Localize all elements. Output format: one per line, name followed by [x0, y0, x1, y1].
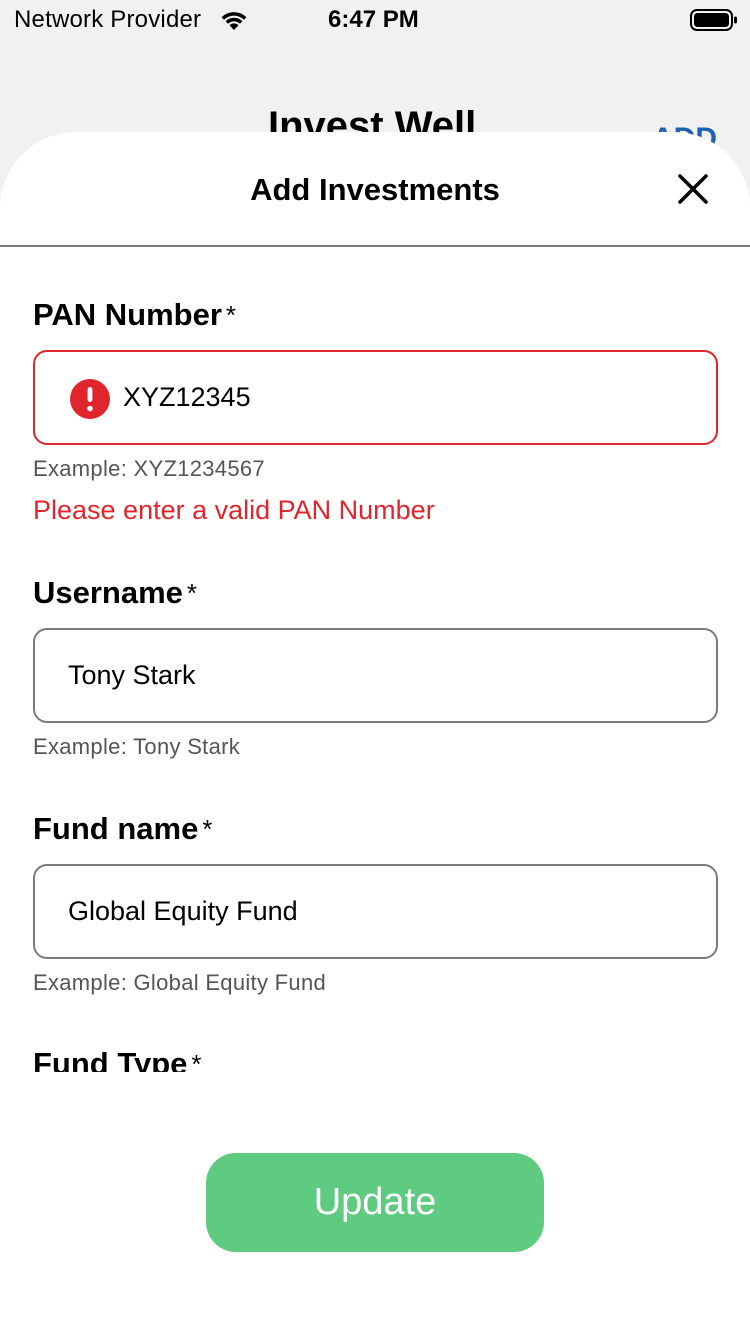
fund-type-label-text: Fund Type — [33, 1046, 188, 1072]
required-mark: * — [202, 814, 213, 844]
pan-number-error: Please enter a valid PAN Number — [33, 495, 435, 525]
update-button[interactable]: Update — [206, 1153, 544, 1252]
pan-number-input[interactable]: XYZ12345 — [33, 350, 718, 445]
sheet-header: Add Investments — [0, 132, 750, 247]
close-icon — [678, 174, 708, 204]
pan-number-label: PAN Number * — [33, 295, 718, 335]
battery-icon — [690, 8, 738, 32]
fund-type-label: Fund Type * — [33, 1044, 718, 1072]
fund-name-label-text: Fund name — [33, 811, 199, 846]
username-field: Username * Tony Stark Example: Tony Stark — [33, 573, 718, 761]
fund-name-field: Fund name * Global Equity Fund Example: G… — [33, 809, 718, 997]
fund-name-value: Global Equity Fund — [68, 896, 298, 926]
required-mark: * — [225, 300, 237, 330]
close-button[interactable] — [672, 168, 714, 210]
pan-number-field: PAN Number * XYZ12345 Example: XYZ1234567… — [33, 295, 718, 527]
pan-number-value: XYZ12345 — [123, 382, 251, 412]
fund-name-label: Fund name * — [33, 809, 718, 849]
username-value: Tony Stark — [68, 660, 196, 690]
username-label: Username * — [33, 573, 718, 613]
pan-number-hint: Example: XYZ1234567 — [33, 456, 265, 481]
exclamation-circle-icon — [70, 379, 110, 419]
carrier-name: Network Provider — [14, 6, 202, 33]
required-mark: * — [186, 578, 198, 608]
status-time: 6:47 PM — [328, 6, 419, 33]
fund-name-input[interactable]: Global Equity Fund — [33, 864, 718, 959]
username-label-text: Username — [33, 575, 183, 610]
add-investments-sheet: Add Investments PAN Number * XYZ12345 Ex… — [0, 132, 750, 1334]
username-hint: Example: Tony Stark — [33, 734, 241, 759]
required-mark: * — [191, 1049, 202, 1072]
status-bar: Network Provider 6:47 PM — [0, 0, 750, 40]
fund-type-field: Fund Type * — [33, 1044, 718, 1072]
wifi-icon — [219, 8, 249, 32]
username-input[interactable]: Tony Stark — [33, 628, 718, 723]
investment-form[interactable]: PAN Number * XYZ12345 Example: XYZ1234567… — [0, 247, 750, 1072]
pan-number-label-text: PAN Number — [33, 297, 222, 332]
fund-name-hint: Example: Global Equity Fund — [33, 970, 327, 995]
sheet-title: Add Investments — [250, 172, 500, 207]
